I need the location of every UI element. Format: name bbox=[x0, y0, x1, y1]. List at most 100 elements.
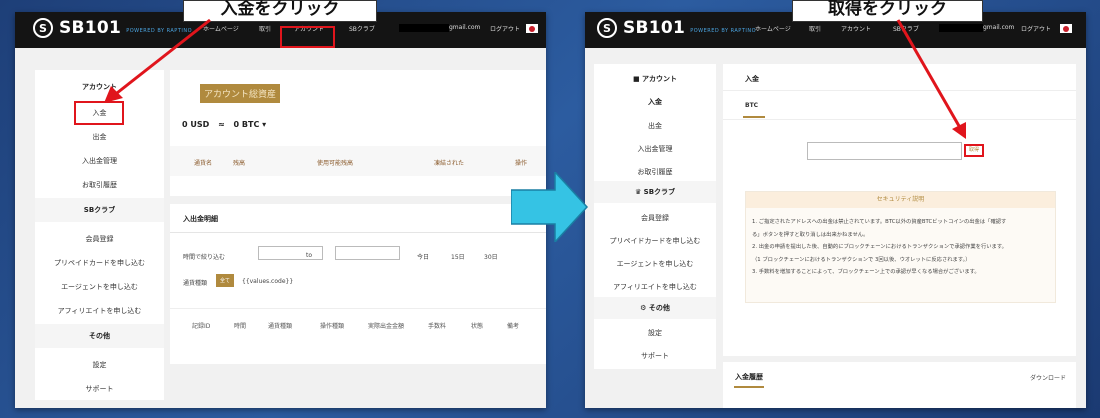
history-title: 入金履歴 bbox=[735, 373, 763, 381]
history-underline bbox=[734, 386, 764, 388]
sidebar-item-manage[interactable]: 入出金管理 bbox=[594, 144, 716, 154]
nav-account[interactable]: アカウント bbox=[841, 24, 871, 33]
col-currency: 通貨名 bbox=[194, 160, 213, 167]
screenshot-deposit-page: S SB101 POWERED BY RAPTINO ホームページ 取引 アカウ… bbox=[585, 12, 1086, 408]
col-currency-type: 通貨種類 bbox=[268, 323, 293, 330]
to-label: to bbox=[306, 252, 313, 259]
brand-logo[interactable]: S SB101 POWERED BY RAPTINO bbox=[33, 18, 192, 38]
note-line: 2. 出金の申請を提出した後、自動的にブロックチェーンにおけるトランザクションで… bbox=[752, 244, 1007, 250]
note-line: 1. ご指定されたアドレスへの出金は禁止されています。BTC以外の資産BTCビッ… bbox=[752, 219, 1007, 225]
balance-usd: 0 USD bbox=[182, 120, 210, 129]
callout-click-get: 取得をクリック bbox=[792, 0, 983, 22]
col-action: 操作 bbox=[515, 160, 528, 167]
sidebar-item-affiliate[interactable]: アフィリエイトを申し込む bbox=[594, 282, 716, 292]
brand-logo[interactable]: S SB101 POWERED BY RAPTINO bbox=[597, 18, 756, 38]
bag-icon: ■ bbox=[632, 75, 643, 83]
sidebar-item-deposit[interactable]: 入金 bbox=[594, 97, 716, 107]
logo-icon: S bbox=[33, 18, 53, 38]
nav-logout[interactable]: ログアウト bbox=[1021, 24, 1051, 33]
assets-card: アカウント総資産 0 USD ≈ 0 BTC ▾ 通貨名 残高 使用可能残高 凍… bbox=[170, 70, 546, 196]
security-text: 1. ご指定されたアドレスへの出金は禁止されています。BTC以外の資産BTCビッ… bbox=[752, 216, 1007, 279]
japan-flag-icon[interactable] bbox=[526, 24, 538, 33]
type-all-button[interactable]: 全て bbox=[216, 274, 235, 287]
sidebar-item-agent[interactable]: エージェントを申し込む bbox=[35, 282, 164, 292]
sidebar-item-support[interactable]: サポート bbox=[35, 384, 164, 394]
sidebar-item-affiliate[interactable]: アフィリエイトを申し込む bbox=[35, 306, 164, 316]
sidebar-header-other: ⚙ その他 bbox=[594, 297, 716, 319]
sidebar-item-prepaid[interactable]: プリペイドカードを申し込む bbox=[35, 258, 164, 268]
balance-btc[interactable]: 0 BTC ▾ bbox=[234, 120, 267, 129]
divider bbox=[723, 90, 1076, 91]
get-address-button[interactable]: 取得 bbox=[964, 144, 984, 157]
nav-email[interactable]: gmail.com bbox=[983, 24, 1014, 31]
sidebar-header-account: ■ アカウント bbox=[594, 74, 716, 84]
deposit-card: 入金 BTC 取得 セキュリティ説明 1. ご指定されたアドレスへの出金は禁止さ… bbox=[723, 64, 1076, 356]
sidebar-item-withdraw[interactable]: 出金 bbox=[35, 132, 164, 142]
assets-table-header: 通貨名 残高 使用可能残高 凍結された 操作 bbox=[170, 146, 546, 176]
nav-home[interactable]: ホームページ bbox=[203, 24, 239, 33]
quick-30[interactable]: 30日 bbox=[484, 252, 498, 261]
next-step-arrow-icon bbox=[511, 172, 589, 242]
sidebar-header-label: SBクラブ bbox=[643, 188, 676, 196]
nav-home[interactable]: ホームページ bbox=[755, 24, 791, 33]
japan-flag-icon[interactable] bbox=[1060, 24, 1072, 33]
nav-trade[interactable]: 取引 bbox=[259, 24, 271, 33]
history-card: 入金履歴 ダウンロード bbox=[723, 362, 1076, 408]
highlight-deposit bbox=[74, 101, 124, 125]
sidebar-item-manage[interactable]: 入出金管理 bbox=[35, 156, 164, 166]
tab-btc[interactable]: BTC bbox=[745, 102, 758, 109]
crown-icon: ♛ bbox=[634, 188, 644, 196]
sidebar-item-member[interactable]: 会員登録 bbox=[35, 234, 164, 244]
col-fee: 手数料 bbox=[428, 323, 447, 330]
sidebar-item-history[interactable]: お取引履歴 bbox=[35, 180, 164, 190]
sidebar-header-club: ♛ SBクラブ bbox=[594, 181, 716, 203]
security-notes: セキュリティ説明 1. ご指定されたアドレスへの出金は禁止されています。BTC以… bbox=[745, 191, 1056, 303]
screenshot-account-page: S SB101 POWERED BY RAPTINO ホームページ 取引 アカウ… bbox=[15, 12, 546, 408]
highlight-account-nav bbox=[280, 26, 335, 48]
col-status: 状態 bbox=[471, 323, 484, 330]
logo-icon: S bbox=[597, 18, 617, 38]
callout-click-deposit: 入金をクリック bbox=[183, 0, 377, 22]
brand-powered: POWERED BY RAPTINO bbox=[126, 28, 193, 34]
redacted-email bbox=[939, 24, 983, 32]
sidebar-item-member[interactable]: 会員登録 bbox=[594, 213, 716, 223]
date-from-input[interactable] bbox=[258, 246, 323, 260]
deposit-address-input[interactable] bbox=[807, 142, 962, 160]
note-line: （1 ブロックチェーンにおけるトランザクションで 3回以後、ウオレットに反応され… bbox=[752, 256, 971, 263]
nav-email[interactable]: gmail.com bbox=[449, 24, 480, 31]
security-title: セキュリティ説明 bbox=[746, 192, 1055, 208]
type-code[interactable]: {{values.code}} bbox=[242, 278, 293, 285]
divider bbox=[170, 308, 546, 309]
sidebar-item-settings[interactable]: 設定 bbox=[594, 328, 716, 338]
assets-title: アカウント総資産 bbox=[200, 84, 281, 103]
sidebar-item-history[interactable]: お取引履歴 bbox=[594, 167, 716, 177]
detail-title: 入出金明細 bbox=[183, 215, 218, 223]
sidebar-header-other: その他 bbox=[35, 324, 164, 348]
sidebar-item-prepaid[interactable]: プリペイドカードを申し込む bbox=[594, 236, 716, 246]
assets-balance: 0 USD ≈ 0 BTC ▾ bbox=[182, 120, 266, 129]
col-balance: 残高 bbox=[233, 160, 246, 167]
col-op-type: 操作種類 bbox=[320, 323, 345, 330]
download-link[interactable]: ダウンロード bbox=[1030, 373, 1066, 382]
brand-name: SB101 bbox=[623, 18, 686, 38]
note-line: る」ボタンを押すと取り消しは出来かねません。 bbox=[752, 231, 869, 238]
sidebar-item-support[interactable]: サポート bbox=[594, 351, 716, 361]
quick-15[interactable]: 15日 bbox=[451, 252, 465, 261]
sidebar-item-agent[interactable]: エージェントを申し込む bbox=[594, 259, 716, 269]
brand-name: SB101 bbox=[59, 18, 122, 38]
col-time: 時間 bbox=[234, 323, 247, 330]
col-frozen: 凍結された bbox=[434, 160, 465, 167]
nav-logout[interactable]: ログアウト bbox=[490, 24, 520, 33]
nav-trade[interactable]: 取引 bbox=[809, 24, 821, 33]
nav-sb-club[interactable]: SBクラブ bbox=[349, 24, 375, 33]
sidebar-item-settings[interactable]: 設定 bbox=[35, 360, 164, 370]
quick-today[interactable]: 今日 bbox=[417, 252, 429, 261]
date-to-input[interactable] bbox=[335, 246, 400, 260]
detail-card: 入出金明細 時間で絞り込む to 今日 15日 30日 通貨種類 全て {{va… bbox=[170, 204, 546, 364]
sidebar-header-label: その他 bbox=[648, 304, 670, 312]
col-record-id: 記録ID bbox=[192, 323, 211, 330]
sidebar-item-withdraw[interactable]: 出金 bbox=[594, 121, 716, 131]
nav-sb-club[interactable]: SBクラブ bbox=[893, 24, 919, 33]
sidebar: ■ アカウント 入金 出金 入出金管理 お取引履歴 ♛ SBクラブ 会員登録 プ… bbox=[594, 64, 716, 369]
sidebar-header-club: SBクラブ bbox=[35, 198, 164, 222]
